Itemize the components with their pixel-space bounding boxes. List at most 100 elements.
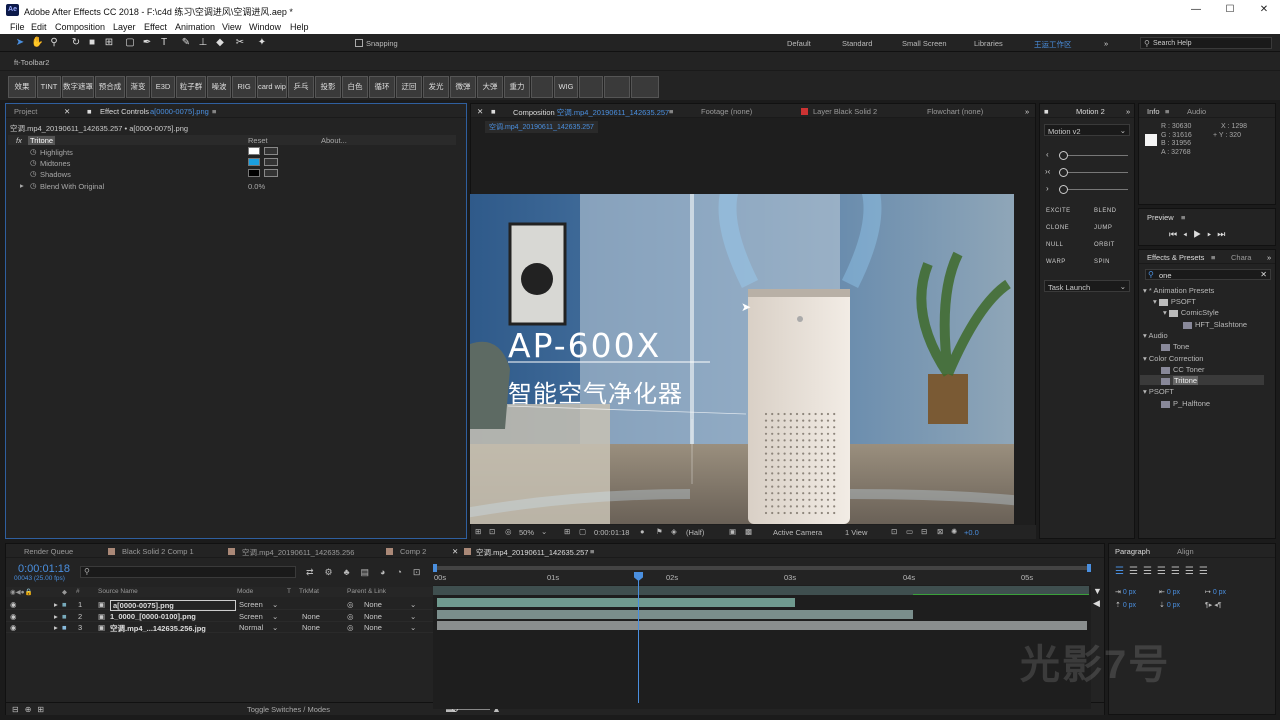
type-tool-icon[interactable]: T — [158, 37, 170, 49]
tree-tritone[interactable]: Tritone — [1161, 376, 1199, 385]
ft-button-1[interactable]: TINT — [37, 76, 61, 98]
work-area-end-handle[interactable] — [1087, 564, 1091, 572]
overflow-icon[interactable]: » — [1267, 253, 1271, 262]
selection-tool-icon[interactable]: ➤ — [14, 37, 26, 49]
workspace-active[interactable]: 王运工作区 — [1034, 39, 1072, 50]
close-icon[interactable]: ✕ — [64, 107, 70, 116]
layer-name[interactable]: 1_0000_[0000-0100].png — [110, 612, 196, 621]
clone-stamp-tool-icon[interactable]: ⊥ — [197, 37, 209, 49]
layer-3-bar[interactable] — [437, 621, 1087, 630]
hand-tool-icon[interactable]: ✋ — [31, 37, 43, 49]
binoculars-icon[interactable]: ◎ — [505, 527, 512, 536]
layer-name[interactable]: a[0000-0075].png — [110, 600, 236, 611]
layer-parent-dropdown[interactable]: None — [364, 623, 382, 632]
workspace-small-screen[interactable]: Small Screen — [902, 39, 947, 48]
shy-icon[interactable]: ♣ — [344, 567, 361, 577]
blend-value[interactable]: 0.0% — [248, 182, 265, 191]
expand-arrow-icon[interactable]: ▸ — [54, 623, 58, 632]
draft-3d-icon[interactable]: ⚙ — [325, 567, 344, 577]
tree-color-correction[interactable]: ▾ Color Correction — [1143, 354, 1203, 363]
chevron-down-icon[interactable]: ⌄ — [541, 527, 547, 536]
indent-right-field[interactable]: ⇤ 0 px — [1159, 586, 1180, 599]
justify-last-center-icon[interactable]: ☰ — [1171, 566, 1185, 577]
render-time-icon[interactable]: ⊟ — [12, 705, 25, 714]
layer-mode-dropdown[interactable]: Screen — [239, 612, 263, 621]
tab-motion[interactable]: Motion 2 — [1076, 107, 1105, 116]
tab-render-queue[interactable]: Render Queue — [24, 547, 73, 556]
tree-tone[interactable]: Tone — [1161, 342, 1189, 351]
motion-button-spin[interactable]: SPIN — [1094, 259, 1110, 265]
grid-icon[interactable]: ⊞ — [564, 527, 570, 536]
roto-brush-tool-icon[interactable]: ✂ — [234, 37, 246, 49]
region-icon[interactable]: ⊡ — [489, 527, 495, 536]
expand-arrow-icon[interactable]: ▸ — [54, 612, 58, 621]
align-right-icon[interactable]: ☰ — [1143, 566, 1157, 577]
fast-preview-icon[interactable]: ⊟ — [921, 527, 927, 536]
motion-button-orbit[interactable]: ORBIT — [1094, 242, 1115, 248]
justify-last-left-icon[interactable]: ☰ — [1157, 566, 1171, 577]
rtl-icon[interactable]: ◂¶ — [1214, 602, 1221, 609]
clear-search-icon[interactable]: ✕ — [1260, 270, 1267, 279]
chevron-down-icon[interactable]: ⌄ — [410, 600, 416, 609]
motion-button-null[interactable]: NULL — [1046, 242, 1063, 248]
layer-1-bar[interactable] — [437, 598, 795, 607]
ft-button-15[interactable]: 发光 — [423, 76, 449, 98]
motion-button-warp[interactable]: WARP — [1046, 259, 1066, 265]
menu-help[interactable]: Help — [290, 22, 309, 32]
overflow-icon[interactable]: » — [1126, 107, 1130, 116]
ft-button-2[interactable]: 数字遮罩 — [62, 76, 94, 98]
view-layout-dropdown[interactable]: 1 View — [845, 528, 867, 537]
exposure-value[interactable]: +0.0 — [964, 528, 979, 537]
panel-menu-icon[interactable]: ≡ — [590, 547, 594, 556]
ft-button-13[interactable]: 循环 — [369, 76, 395, 98]
layer-mode-dropdown[interactable]: Screen — [239, 600, 263, 609]
ft-button-0[interactable]: 效果 — [8, 76, 36, 98]
eye-icon[interactable]: ◉ — [10, 612, 17, 621]
rectangle-tool-icon[interactable]: ▢ — [124, 37, 136, 49]
toggle-switches-modes[interactable]: Toggle Switches / Modes — [247, 705, 330, 714]
ease-out-slider[interactable] — [1059, 185, 1068, 194]
motion-button-jump[interactable]: JUMP — [1094, 225, 1112, 231]
tree-p-halftone[interactable]: P_Halftone — [1161, 399, 1210, 408]
table-row[interactable]: ◉ ▸ ■ 2 ▣ 1_0000_[0000-0100].png Screen ⌄ None ◎ N… — [6, 611, 434, 622]
panel-menu-icon[interactable]: ≡ — [1211, 253, 1215, 262]
camera-snapshot-icon[interactable]: ● — [640, 527, 645, 536]
first-frame-icon[interactable]: ⏮ — [1169, 229, 1183, 239]
shadows-color-swatch[interactable] — [248, 169, 260, 177]
layer-name[interactable]: 空调.mp4_...142635.256.jpg — [110, 623, 206, 634]
tab-effect-controls[interactable]: Effect Controls — [100, 107, 149, 116]
ft-button-14[interactable]: 迂回 — [396, 76, 422, 98]
reset-link[interactable]: Reset — [248, 136, 268, 145]
table-row[interactable]: ◉ ▸ ■ 1 ▣ a[0000-0075].png Screen ⌄ ◎ None ⌄ — [6, 599, 434, 611]
tab-layer[interactable]: Layer Black Solid 2 — [813, 107, 877, 116]
stopwatch-icon[interactable]: ◷ — [30, 158, 37, 167]
lock-icon[interactable]: ■ — [491, 107, 496, 116]
align-left-icon[interactable]: ☰ — [1115, 566, 1129, 577]
panel-menu-icon[interactable]: ≡ — [212, 107, 216, 116]
motion-button-blend[interactable]: BLEND — [1094, 208, 1117, 214]
tab-align[interactable]: Align — [1177, 547, 1194, 556]
expand-arrow-icon[interactable]: ▸ — [20, 181, 24, 190]
always-preview-icon[interactable]: ⊞ — [475, 527, 481, 536]
tab-comp-256[interactable]: 空调.mp4_20190611_142635.256 — [242, 547, 354, 558]
space-after-field[interactable]: ⇣ 0 px — [1159, 599, 1180, 612]
overflow-icon[interactable]: » — [1025, 107, 1029, 116]
tab-flowchart[interactable]: Flowchart (none) — [927, 107, 983, 116]
timeline-search-input[interactable]: ⚲ — [80, 566, 296, 578]
chevron-down-icon[interactable]: ⌄ — [272, 623, 278, 632]
frame-blend-icon[interactable]: ▤ — [361, 567, 381, 577]
ft-button-3[interactable]: 预合成 — [95, 76, 125, 98]
workspace-overflow-icon[interactable]: » — [1104, 39, 1108, 48]
graph-icon[interactable]: ⊡ — [413, 567, 432, 577]
puppet-tool-icon[interactable]: ✦ — [256, 37, 268, 49]
tab-footage[interactable]: Footage (none) — [701, 107, 752, 116]
toggle-pixel-icon[interactable]: ⊡ — [891, 527, 897, 536]
menu-window[interactable]: Window — [249, 22, 281, 32]
stopwatch-icon[interactable]: ◷ — [30, 147, 37, 156]
camera-dropdown[interactable]: Active Camera — [773, 528, 822, 537]
panel-menu-icon[interactable]: ≡ — [669, 107, 673, 116]
last-frame-icon[interactable]: ⏭ — [1217, 229, 1231, 239]
layer-trkmat-dropdown[interactable]: None — [302, 623, 320, 632]
layer-parent-dropdown[interactable]: None — [364, 600, 382, 609]
roi-icon[interactable]: ▣ — [729, 527, 736, 536]
